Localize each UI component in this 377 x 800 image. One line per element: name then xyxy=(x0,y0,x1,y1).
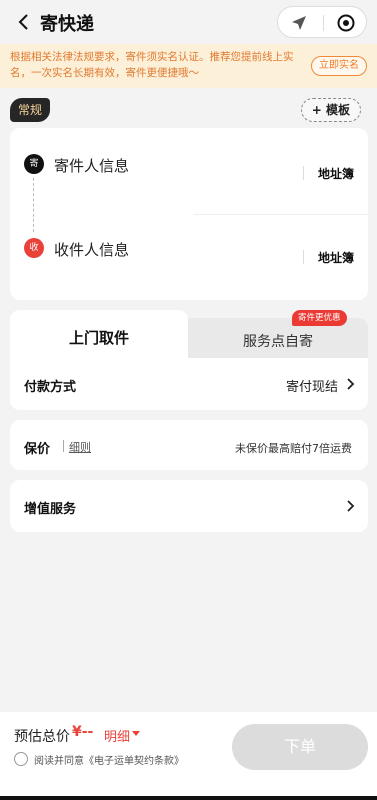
submit-order-button[interactable]: 下单 xyxy=(232,724,368,770)
agreement-text[interactable]: 阅读并同意《电子运单契约条款》 xyxy=(34,752,184,767)
payment-value: 寄付现结 xyxy=(285,380,338,395)
sender-address-book-button[interactable]: 地址簿 xyxy=(318,165,354,182)
estimate-price: ¥-- xyxy=(72,724,94,740)
value-added-label: 增值服务 xyxy=(24,502,77,517)
receiver-badge: 收 xyxy=(24,238,44,258)
price-detail-link[interactable]: 明细 xyxy=(104,726,130,745)
insurance-rules-link[interactable]: 细则 xyxy=(69,439,91,455)
notice-text: 根据相关法律法规要求，寄件须实名认证。推荐您提前线上实名，一次实名长期有效，寄件… xyxy=(10,51,294,79)
home-indicator xyxy=(0,796,377,800)
insurance-label: 保价 xyxy=(24,442,51,457)
tab-label: 上门取件 xyxy=(68,329,129,347)
agreement-checkbox[interactable] xyxy=(14,752,28,766)
receiver-address-book-button[interactable]: 地址簿 xyxy=(318,249,354,266)
value-added-service-row[interactable]: 增值服务 xyxy=(10,480,368,532)
navigation-arrow-icon[interactable] xyxy=(290,14,308,32)
insurance-value: 未保价最高赔付7倍运费 xyxy=(235,442,352,455)
divider xyxy=(194,214,368,215)
insurance-row[interactable]: 保价 细则 未保价最高赔付7倍运费 xyxy=(10,420,368,470)
target-circle-icon[interactable] xyxy=(336,13,356,33)
realname-notice-banner: 根据相关法律法规要求，寄件须实名认证。推荐您提前线上实名，一次实名长期有效，寄件… xyxy=(0,44,377,88)
estimate-label: 预估总价 xyxy=(14,729,70,745)
chevron-left-icon[interactable] xyxy=(14,12,34,32)
page-title: 寄快递 xyxy=(40,14,94,35)
divider xyxy=(303,250,304,264)
tab-door-pickup[interactable]: 上门取件 xyxy=(10,310,188,362)
mini-program-capsule xyxy=(277,6,367,38)
chevron-right-icon xyxy=(347,378,355,390)
divider xyxy=(303,166,304,180)
pickup-mode-tabs: 上门取件 服务点自寄 寄件更优惠 xyxy=(10,310,368,362)
promo-badge: 寄件更优惠 xyxy=(292,310,347,326)
capsule-divider xyxy=(323,15,324,31)
sender-info-field[interactable]: 寄件人信息 xyxy=(54,155,129,176)
payment-label: 付款方式 xyxy=(24,380,77,395)
template-button[interactable]: + 模板 xyxy=(300,98,361,122)
connector-line xyxy=(33,178,34,232)
receiver-info-field[interactable]: 收件人信息 xyxy=(54,239,129,260)
sender-badge: 寄 xyxy=(24,154,44,174)
order-type-tag[interactable]: 常规 xyxy=(10,98,51,122)
realname-button[interactable]: 立即实名 xyxy=(311,56,367,76)
bottom-order-bar: 预估总价 ¥-- 明细 阅读并同意《电子运单契约条款》 下单 xyxy=(0,712,377,800)
top-bar: 寄快递 xyxy=(0,0,377,44)
divider xyxy=(63,440,64,452)
tab-self-dropoff[interactable]: 服务点自寄 xyxy=(188,331,368,351)
payment-method-row[interactable]: 付款方式 寄付现结 xyxy=(10,358,368,410)
chevron-right-icon xyxy=(347,500,355,512)
address-card: 寄 寄件人信息 地址簿 收 收件人信息 地址簿 xyxy=(10,128,368,300)
caret-down-icon[interactable] xyxy=(132,731,140,736)
